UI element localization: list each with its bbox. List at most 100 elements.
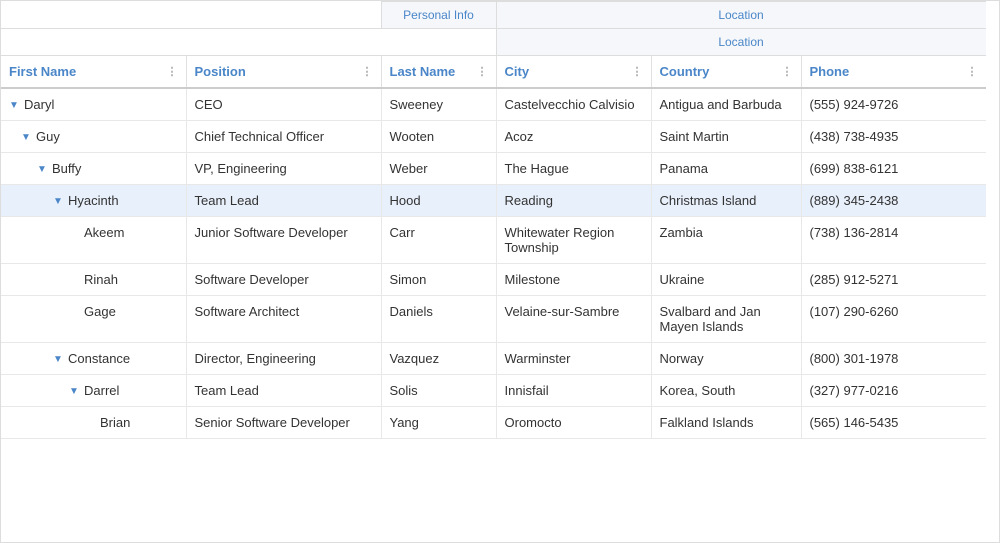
expand-icon[interactable]: ▼ bbox=[53, 196, 65, 208]
firstname-value: Guy bbox=[36, 129, 60, 144]
cell-city: The Hague bbox=[496, 153, 651, 185]
cell-country: Ukraine bbox=[651, 264, 801, 296]
col-header-position[interactable]: Position ⋮ bbox=[186, 56, 381, 89]
firstname-menu-icon[interactable]: ⋮ bbox=[167, 65, 178, 78]
cell-city: Reading bbox=[496, 185, 651, 217]
cell-phone: (565) 146-5435 bbox=[801, 407, 986, 439]
cell-firstname: Brian bbox=[1, 407, 186, 439]
cell-country: Saint Martin bbox=[651, 121, 801, 153]
table-body: ▼DarylCEOSweeneyCastelvecchio CalvisioAn… bbox=[1, 88, 986, 439]
cell-lastname: Yang bbox=[381, 407, 496, 439]
cell-city: Castelvecchio Calvisio bbox=[496, 88, 651, 121]
table-row[interactable]: AkeemJunior Software DeveloperCarrWhitew… bbox=[1, 217, 986, 264]
expand-icon[interactable]: ▼ bbox=[9, 100, 21, 112]
table-row[interactable]: ▼BuffyVP, EngineeringWeberThe HaguePanam… bbox=[1, 153, 986, 185]
cell-firstname: ▼Hyacinth bbox=[1, 185, 186, 217]
location-group-header: Location bbox=[496, 2, 986, 29]
cell-country: Norway bbox=[651, 343, 801, 375]
country-menu-icon[interactable]: ⋮ bbox=[782, 65, 793, 78]
cell-country: Korea, South bbox=[651, 375, 801, 407]
expand-icon[interactable]: ▼ bbox=[53, 354, 65, 366]
firstname-value: Hyacinth bbox=[68, 193, 119, 208]
cell-phone: (438) 738-4935 bbox=[801, 121, 986, 153]
cell-city: Acoz bbox=[496, 121, 651, 153]
cell-phone: (699) 838-6121 bbox=[801, 153, 986, 185]
cell-position: Junior Software Developer bbox=[186, 217, 381, 264]
personal-info-header: Personal Info bbox=[381, 2, 496, 29]
table-row[interactable]: ▼DarrelTeam LeadSolisInnisfailKorea, Sou… bbox=[1, 375, 986, 407]
table-row[interactable]: ▼ConstanceDirector, EngineeringVazquezWa… bbox=[1, 343, 986, 375]
col-header-country[interactable]: Country ⋮ bbox=[651, 56, 801, 89]
lastname-menu-icon[interactable]: ⋮ bbox=[477, 65, 488, 78]
cell-firstname: ▼Darrel bbox=[1, 375, 186, 407]
cell-phone: (285) 912-5271 bbox=[801, 264, 986, 296]
cell-lastname: Daniels bbox=[381, 296, 496, 343]
table-row[interactable]: ▼GuyChief Technical OfficerWootenAcozSai… bbox=[1, 121, 986, 153]
cell-position: CEO bbox=[186, 88, 381, 121]
cell-firstname: Akeem bbox=[1, 217, 186, 264]
cell-lastname: Weber bbox=[381, 153, 496, 185]
col-header-firstname[interactable]: First Name ⋮ bbox=[1, 56, 186, 89]
cell-lastname: Sweeney bbox=[381, 88, 496, 121]
sub-empty-1 bbox=[1, 29, 186, 56]
col-header-phone[interactable]: Phone ⋮ bbox=[801, 56, 986, 89]
cell-country: Zambia bbox=[651, 217, 801, 264]
cell-country: Panama bbox=[651, 153, 801, 185]
firstname-value: Rinah bbox=[84, 272, 118, 287]
expand-icon[interactable]: ▼ bbox=[21, 132, 33, 144]
cell-position: VP, Engineering bbox=[186, 153, 381, 185]
table-row[interactable]: ▼HyacinthTeam LeadHoodReadingChristmas I… bbox=[1, 185, 986, 217]
phone-menu-icon[interactable]: ⋮ bbox=[967, 65, 978, 78]
cell-firstname: ▼Daryl bbox=[1, 88, 186, 121]
firstname-value: Brian bbox=[100, 415, 130, 430]
cell-position: Chief Technical Officer bbox=[186, 121, 381, 153]
location-sub-header: Location bbox=[496, 29, 986, 56]
cell-position: Software Architect bbox=[186, 296, 381, 343]
col-header-lastname[interactable]: Last Name ⋮ bbox=[381, 56, 496, 89]
firstname-value: Constance bbox=[68, 351, 130, 366]
expand-icon[interactable]: ▼ bbox=[69, 386, 81, 398]
cell-firstname: ▼Guy bbox=[1, 121, 186, 153]
cell-position: Software Developer bbox=[186, 264, 381, 296]
table-container: Personal Info Location Location First Na… bbox=[0, 0, 1000, 543]
cell-firstname: Rinah bbox=[1, 264, 186, 296]
cell-position: Director, Engineering bbox=[186, 343, 381, 375]
cell-lastname: Solis bbox=[381, 375, 496, 407]
cell-phone: (107) 290-6260 bbox=[801, 296, 986, 343]
cell-city: Innisfail bbox=[496, 375, 651, 407]
cell-country: Svalbard and Jan Mayen Islands bbox=[651, 296, 801, 343]
city-menu-icon[interactable]: ⋮ bbox=[632, 65, 643, 78]
cell-firstname: ▼Constance bbox=[1, 343, 186, 375]
table-row[interactable]: GageSoftware ArchitectDanielsVelaine-sur… bbox=[1, 296, 986, 343]
cell-lastname: Vazquez bbox=[381, 343, 496, 375]
cell-city: Warminster bbox=[496, 343, 651, 375]
group-empty-1 bbox=[1, 2, 186, 29]
cell-city: Velaine-sur-Sambre bbox=[496, 296, 651, 343]
sub-empty-2 bbox=[186, 29, 381, 56]
position-menu-icon[interactable]: ⋮ bbox=[362, 65, 373, 78]
expand-icon[interactable]: ▼ bbox=[37, 164, 49, 176]
grid-wrapper[interactable]: Personal Info Location Location First Na… bbox=[1, 1, 986, 543]
data-table: Personal Info Location Location First Na… bbox=[1, 1, 986, 439]
cell-firstname: Gage bbox=[1, 296, 186, 343]
cell-country: Falkland Islands bbox=[651, 407, 801, 439]
cell-lastname: Wooten bbox=[381, 121, 496, 153]
col-header-city[interactable]: City ⋮ bbox=[496, 56, 651, 89]
cell-lastname: Simon bbox=[381, 264, 496, 296]
cell-firstname: ▼Buffy bbox=[1, 153, 186, 185]
table-row[interactable]: RinahSoftware DeveloperSimonMilestoneUkr… bbox=[1, 264, 986, 296]
cell-lastname: Hood bbox=[381, 185, 496, 217]
cell-country: Antigua and Barbuda bbox=[651, 88, 801, 121]
firstname-value: Darrel bbox=[84, 383, 119, 398]
cell-city: Oromocto bbox=[496, 407, 651, 439]
table-row[interactable]: ▼DarylCEOSweeneyCastelvecchio CalvisioAn… bbox=[1, 88, 986, 121]
cell-phone: (738) 136-2814 bbox=[801, 217, 986, 264]
cell-phone: (327) 977-0216 bbox=[801, 375, 986, 407]
cell-position: Team Lead bbox=[186, 185, 381, 217]
cell-position: Senior Software Developer bbox=[186, 407, 381, 439]
firstname-value: Daryl bbox=[24, 97, 54, 112]
cell-country: Christmas Island bbox=[651, 185, 801, 217]
table-row[interactable]: Brian Senior Software DeveloperYangOromoc… bbox=[1, 407, 986, 439]
cell-phone: (555) 924-9726 bbox=[801, 88, 986, 121]
firstname-value: Akeem bbox=[84, 225, 124, 240]
